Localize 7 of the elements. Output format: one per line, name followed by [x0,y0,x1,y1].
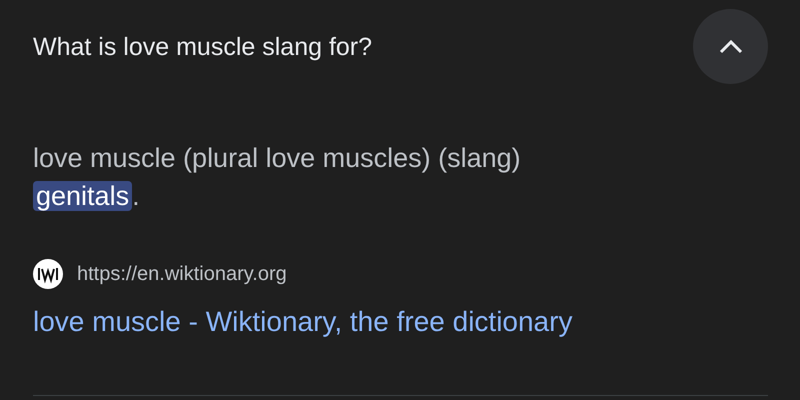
result-link[interactable]: love muscle - Wiktionary, the free dictionary [33,306,572,338]
source-url: https://en.wiktionary.org [77,262,287,286]
site-logo-icon [33,259,63,289]
definition-text: genitals. [33,177,768,215]
question-heading: What is love muscle slang for? [33,32,372,62]
definition-text: love muscle (plural love muscles) (slang) [33,142,522,175]
chevron-up-icon [718,38,744,54]
